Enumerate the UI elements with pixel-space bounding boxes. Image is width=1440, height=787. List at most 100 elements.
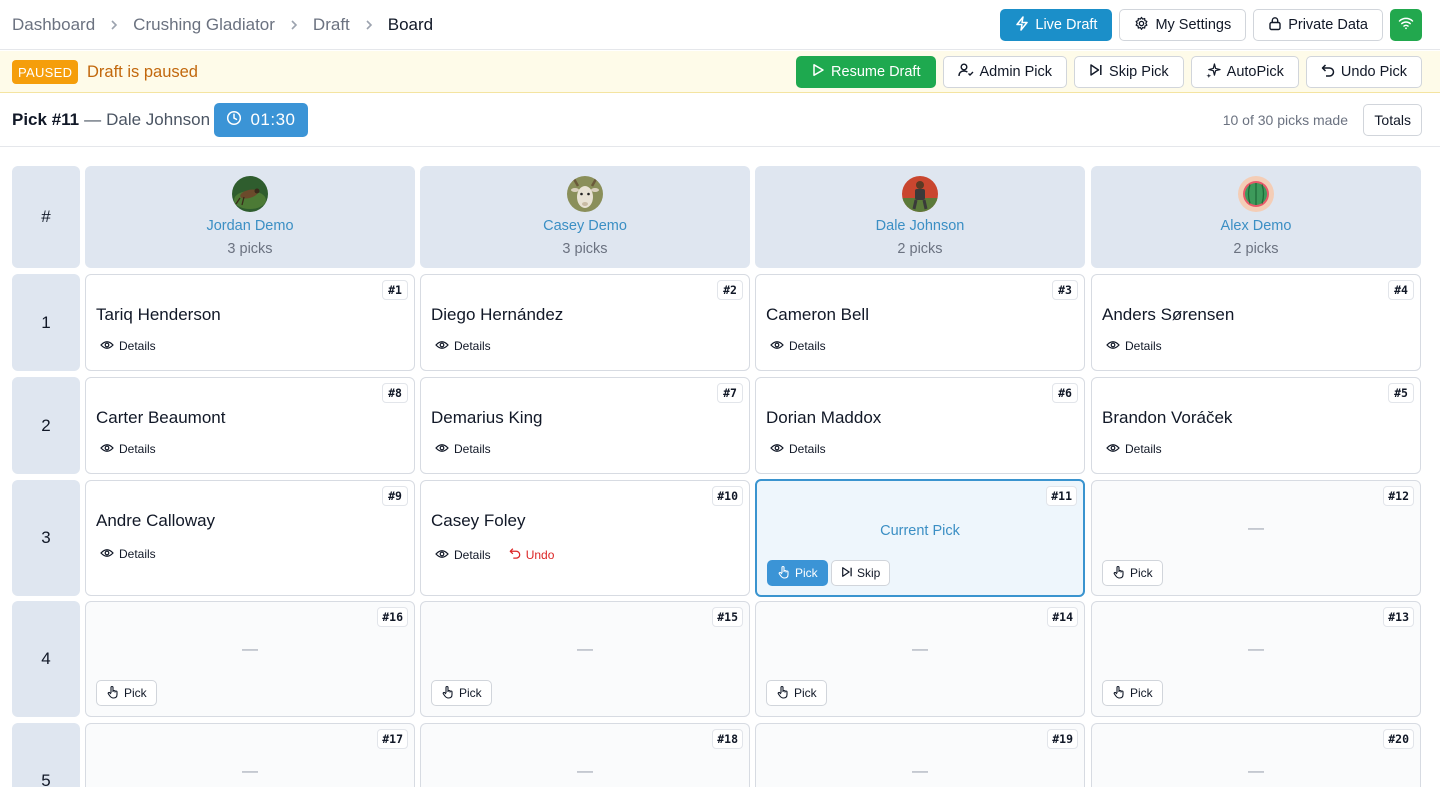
team-header[interactable]: Casey Demo 3 picks [420, 166, 750, 268]
pick-number-badge: #1 [382, 280, 408, 300]
current-pick-bar: Pick #11 — Dale Johnson 01:30 10 of 30 p… [0, 94, 1440, 147]
details-button[interactable]: Details [100, 339, 156, 353]
breadcrumb-dashboard[interactable]: Dashboard [12, 15, 95, 35]
make-pick-button[interactable]: Pick [431, 680, 492, 706]
pick-cell[interactable]: #1 Tariq Henderson Details [85, 274, 415, 371]
pick-cell[interactable]: #7 Demarius King Details [420, 377, 750, 474]
pick-cell[interactable]: #9 Andre Calloway Details [85, 480, 415, 596]
my-settings-button[interactable]: My Settings [1119, 9, 1247, 41]
round-label: 5 [12, 723, 80, 787]
pick-number-badge: #11 [1046, 486, 1077, 506]
pick-cell[interactable]: #14 — Pick [755, 601, 1085, 717]
live-draft-button[interactable]: Live Draft [1000, 9, 1113, 41]
empty-placeholder: — [1248, 763, 1264, 780]
empty-placeholder: — [912, 763, 928, 780]
make-pick-button[interactable]: Pick [1102, 680, 1163, 706]
eye-icon [1106, 442, 1120, 456]
skip-button[interactable]: Skip [831, 560, 891, 586]
pick-cell[interactable]: #20 — [1091, 723, 1421, 787]
skip-forward-icon [1089, 63, 1103, 81]
pick-number-badge: #8 [382, 383, 408, 403]
breadcrumb-board: Board [387, 15, 434, 34]
pick-actions: Details [100, 547, 156, 561]
admin-pick-button[interactable]: Admin Pick [942, 56, 1068, 88]
team-header[interactable]: Dale Johnson 2 picks [755, 166, 1085, 268]
make-pick-button[interactable]: Pick [96, 680, 157, 706]
details-button[interactable]: Details [1106, 442, 1162, 456]
breadcrumb: Dashboard Crushing Gladiator Draft Board [12, 0, 433, 50]
make-pick-button[interactable]: Pick [766, 680, 827, 706]
details-button[interactable]: Details [435, 442, 491, 456]
pick-label: Pick [459, 686, 482, 700]
pick-cell[interactable]: #13 — Pick [1091, 601, 1421, 717]
hand-pointer-icon [1112, 685, 1126, 702]
pick-number-badge: #20 [1383, 729, 1414, 749]
make-pick-button[interactable]: Pick [1102, 560, 1163, 586]
breadcrumb-league[interactable]: Crushing Gladiator [133, 15, 275, 35]
undo-icon [1321, 63, 1335, 81]
pick-actions: Details [1106, 339, 1162, 353]
pick-label: Pick [794, 686, 817, 700]
pick-cell[interactable]: #17 — [85, 723, 415, 787]
chevron-right-icon [109, 19, 119, 31]
pick-separator: — [84, 110, 102, 129]
pick-cell[interactable]: #6 Dorian Maddox Details [755, 377, 1085, 474]
pick-cell[interactable]: #15 — Pick [420, 601, 750, 717]
totals-button[interactable]: Totals [1363, 104, 1422, 136]
team-pick-count: 2 picks [897, 241, 943, 257]
pick-cell[interactable]: #10 Casey Foley Details Undo [420, 480, 750, 596]
undo-pick-button[interactable]: Undo Pick [1305, 56, 1422, 88]
skip-pick-button[interactable]: Skip Pick [1074, 56, 1184, 88]
player-name: Anders Sørensen [1102, 305, 1235, 324]
details-button[interactable]: Details [100, 547, 156, 561]
pick-cell[interactable]: #18 — [420, 723, 750, 787]
pick-cell[interactable]: #4 Anders Sørensen Details [1091, 274, 1421, 371]
team-name: Alex Demo [1220, 218, 1292, 234]
details-label: Details [454, 547, 491, 562]
details-button[interactable]: Details [770, 339, 826, 353]
connection-status-button[interactable] [1390, 9, 1422, 41]
current-pick-cell[interactable]: #11 Current Pick Pick Skip [755, 479, 1085, 597]
details-button[interactable]: Details [770, 442, 826, 456]
my-settings-label: My Settings [1155, 17, 1232, 33]
eye-icon [435, 339, 449, 353]
pick-cell[interactable]: #5 Brandon Voráček Details [1091, 377, 1421, 474]
undo-pick-link[interactable]: Undo [509, 547, 554, 562]
pick-cell[interactable]: #8 Carter Beaumont Details [85, 377, 415, 474]
pick-cell[interactable]: #19 — [755, 723, 1085, 787]
pick-cell[interactable]: #3 Cameron Bell Details [755, 274, 1085, 371]
chevron-right-icon [289, 19, 299, 31]
pick-actions: Details Undo [435, 547, 554, 562]
details-button[interactable]: Details [1106, 339, 1162, 353]
round-label: 2 [12, 377, 80, 474]
hand-pointer-icon [776, 685, 790, 702]
pick-actions: Details [770, 339, 826, 353]
breadcrumb-draft[interactable]: Draft [313, 15, 350, 35]
team-name: Jordan Demo [206, 218, 294, 234]
skip-label: Skip [857, 566, 881, 580]
empty-placeholder: — [912, 641, 928, 658]
details-label: Details [1125, 339, 1162, 353]
details-button[interactable]: Details [435, 339, 491, 353]
pick-cell[interactable]: #12 — Pick [1091, 480, 1421, 596]
sparkles-icon [1206, 62, 1221, 82]
resume-draft-button[interactable]: Resume Draft [796, 56, 936, 88]
pick-cell[interactable]: #16 — Pick [85, 601, 415, 717]
goat-avatar [567, 176, 603, 212]
team-pick-count: 3 picks [227, 241, 273, 257]
pick-actions: Details [1106, 442, 1162, 456]
details-label: Details [1125, 442, 1162, 456]
autopick-button[interactable]: AutoPick [1190, 56, 1299, 88]
team-header[interactable]: Jordan Demo 3 picks [85, 166, 415, 268]
details-label: Details [789, 442, 826, 456]
undo-pick-label: Undo Pick [1340, 64, 1407, 80]
empty-placeholder: — [242, 641, 258, 658]
team-header[interactable]: Alex Demo 2 picks [1091, 166, 1421, 268]
make-pick-button[interactable]: Pick [767, 560, 828, 586]
status-badge: PAUSED [12, 60, 79, 84]
details-button[interactable]: Details [100, 442, 156, 456]
private-data-button[interactable]: Private Data [1253, 9, 1383, 41]
details-button[interactable]: Details [435, 547, 491, 562]
pick-cell[interactable]: #2 Diego Hernández Details [420, 274, 750, 371]
user-check-icon [957, 63, 974, 81]
